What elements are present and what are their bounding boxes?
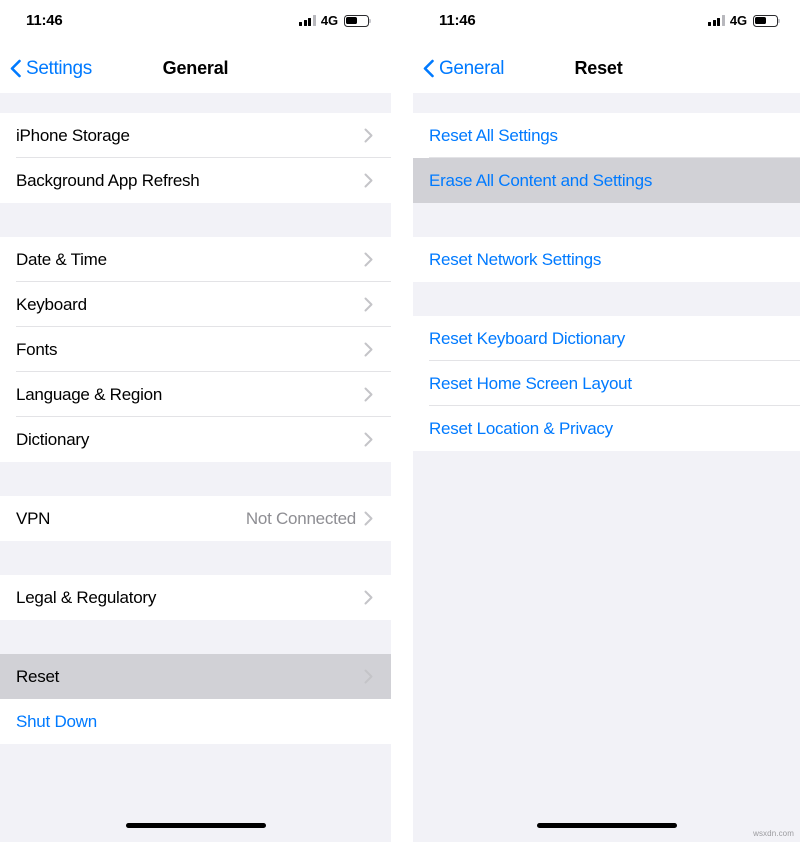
section-gap [0,462,391,496]
list-item-keyboard[interactable]: Keyboard [0,282,391,327]
section-gap [0,203,391,237]
chevron-right-icon [364,128,391,143]
section-gap [413,203,800,237]
list-item-label: Reset All Settings [429,125,558,145]
watermark: wsxdn.com [753,829,794,838]
list-item-label: Fonts [16,339,58,359]
list-item-reset-network-settings[interactable]: Reset Network Settings [413,237,800,282]
settings-group: VPN Not Connected [0,496,391,541]
list-item-label: Reset Keyboard Dictionary [429,328,625,348]
chevron-right-icon [364,590,391,605]
list-item-language-and-region[interactable]: Language & Region [0,372,391,417]
cellular-signal-icon [708,15,725,26]
status-bar-network-label: 4G [729,13,747,28]
settings-group: Reset Shut Down [0,654,391,744]
chevron-right-icon [364,342,391,357]
settings-group: iPhone Storage Background App Refresh [0,113,391,203]
list-item-label: iPhone Storage [16,125,130,145]
navigation-bar-general: Settings General [0,44,391,93]
status-bar-time: 11:46 [26,12,63,29]
battery-icon [344,14,372,27]
list-item-reset-keyboard-dictionary[interactable]: Reset Keyboard Dictionary [413,316,800,361]
section-gap [413,93,800,113]
back-button-label: General [439,57,505,79]
chevron-right-icon [364,511,391,526]
list-item-label: Erase All Content and Settings [429,170,653,190]
status-bar-indicators: 4G [299,13,372,28]
settings-group: Date & Time Keyboard Fonts Language & Regio… [0,237,391,462]
status-bar-network-label: 4G [320,13,338,28]
cellular-signal-icon [299,15,316,26]
list-item-dictionary[interactable]: Dictionary [0,417,391,462]
settings-group: Reset Network Settings [413,237,800,282]
list-item-legal-and-regulatory[interactable]: Legal & Regulatory [0,575,391,620]
home-indicator-area-right [413,772,800,842]
back-button-general[interactable]: General [423,44,505,93]
chevron-left-icon [423,59,434,78]
status-bar: 11:46 4G [413,0,800,44]
chevron-right-icon [364,387,391,402]
list-item-label: Reset Location & Privacy [429,418,613,438]
home-indicator[interactable] [536,823,677,828]
list-item-iphone-storage[interactable]: iPhone Storage [0,113,391,158]
settings-list-general: iPhone Storage Background App Refresh Date… [0,93,391,744]
chevron-right-icon [364,432,391,447]
back-button-label: Settings [26,57,92,79]
list-item-label: Reset [16,666,60,686]
list-item-background-app-refresh[interactable]: Background App Refresh [0,158,391,203]
chevron-right-icon [364,297,391,312]
home-indicator[interactable] [125,823,266,828]
chevron-right-icon [364,173,391,188]
list-item-label: Keyboard [16,294,87,314]
back-button-settings[interactable]: Settings [10,44,92,93]
list-item-label: Shut Down [16,711,97,731]
settings-group: Legal & Regulatory [0,575,391,620]
phone-panel-general: 11:46 4G Settings General iPhone Storage… [0,0,391,842]
battery-icon [753,14,781,27]
section-gap [0,541,391,575]
list-item-reset[interactable]: Reset [0,654,391,699]
list-item-reset-home-screen-layout[interactable]: Reset Home Screen Layout [413,361,800,406]
list-item-label: Reset Home Screen Layout [429,373,632,393]
status-bar-time: 11:46 [439,12,476,29]
section-gap [413,282,800,316]
chevron-left-icon [10,59,21,78]
list-item-erase-all-content-and-settings[interactable]: Erase All Content and Settings [413,158,800,203]
list-item-label: VPN [16,508,51,528]
list-item-reset-all-settings[interactable]: Reset All Settings [413,113,800,158]
settings-list-reset: Reset All Settings Erase All Content and … [413,93,800,451]
list-item-label: Legal & Regulatory [16,587,157,607]
chevron-right-icon [364,669,391,684]
status-bar-indicators: 4G [708,13,781,28]
chevron-right-icon [364,252,391,267]
list-item-label: Language & Region [16,384,163,404]
home-indicator-area-left [0,772,391,842]
list-item-fonts[interactable]: Fonts [0,327,391,372]
settings-group: Reset Keyboard Dictionary Reset Home Scre… [413,316,800,451]
list-item-reset-location-and-privacy[interactable]: Reset Location & Privacy [413,406,800,451]
screenshot-canvas: 11:46 4G Settings General iPhone Storage… [0,0,800,842]
section-gap [0,620,391,654]
navigation-bar-reset: General Reset [413,44,800,93]
list-item-label: Background App Refresh [16,170,200,190]
list-item-value: Not Connected [245,508,356,528]
list-item-label: Date & Time [16,249,107,269]
settings-group: Reset All Settings Erase All Content and … [413,113,800,203]
list-item-label: Reset Network Settings [429,249,602,269]
list-item-shut-down[interactable]: Shut Down [0,699,391,744]
list-item-label: Dictionary [16,429,90,449]
list-item-vpn[interactable]: VPN Not Connected [0,496,391,541]
status-bar: 11:46 4G [0,0,391,44]
phone-panel-reset: 11:46 4G General Reset Reset All Setting… [413,0,800,842]
list-item-date-and-time[interactable]: Date & Time [0,237,391,282]
section-gap [0,93,391,113]
